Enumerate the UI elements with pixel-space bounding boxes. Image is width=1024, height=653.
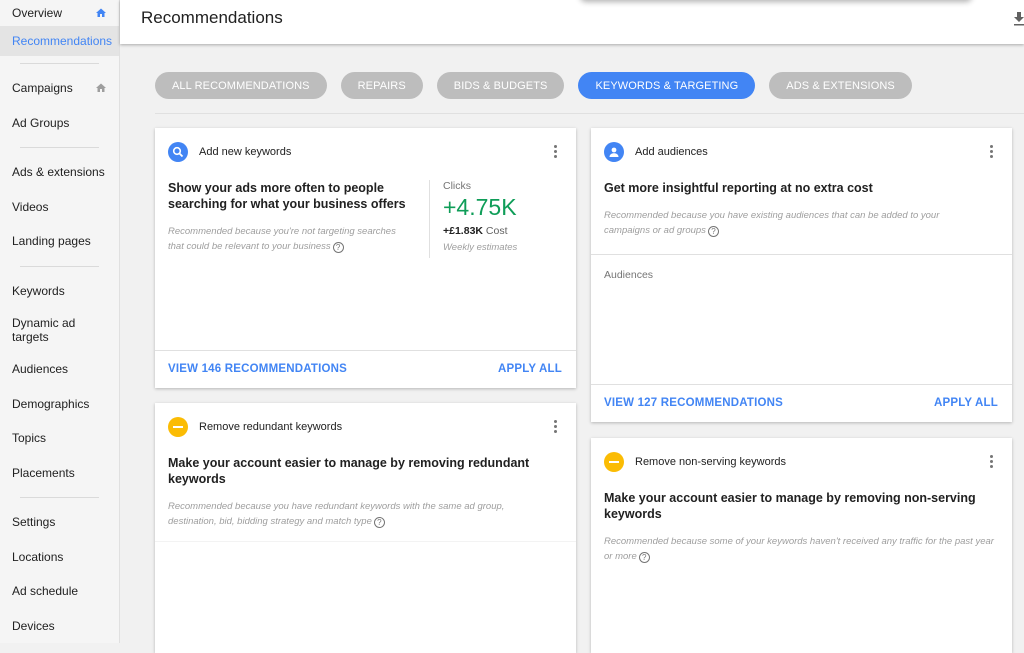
divider — [155, 113, 1024, 114]
sidebar-item-campaigns[interactable]: Campaigns — [0, 71, 119, 106]
sidebar-item-label: Topics — [12, 431, 47, 446]
sidebar: Overview Recommendations Campaigns Ad Gr… — [0, 0, 120, 643]
sidebar-item-label: Campaigns — [12, 81, 73, 96]
help-icon[interactable]: ? — [332, 242, 344, 253]
search-icon — [168, 142, 188, 162]
sidebar-item-landing-pages[interactable]: Landing pages — [0, 224, 119, 259]
more-options-icon[interactable] — [990, 455, 994, 469]
home-icon — [96, 83, 106, 93]
tab-keywords-targeting[interactable]: KEYWORDS & TARGETING — [578, 72, 756, 99]
nav-divider — [20, 265, 99, 267]
remove-icon — [168, 417, 188, 437]
sidebar-item-ad-schedule[interactable]: Ad schedule — [0, 574, 119, 609]
sidebar-item-label: Demographics — [12, 396, 90, 411]
card-add-audiences: Add audiences Get more insightful report… — [591, 128, 1012, 422]
sidebar-item-label: Ads & extensions — [12, 165, 105, 180]
home-icon — [96, 8, 106, 17]
more-options-icon[interactable] — [554, 420, 558, 434]
sidebar-item-label: Videos — [12, 199, 49, 214]
card-remove-redundant-keywords: Remove redundant keywords Make your acco… — [155, 403, 576, 653]
sidebar-item-recommendations[interactable]: Recommendations — [0, 26, 119, 56]
nav-divider — [20, 497, 99, 498]
sidebar-item-dynamic-ad-targets[interactable]: Dynamic ad targets — [0, 308, 119, 352]
card-type: Add audiences — [635, 146, 708, 158]
card-reason: Recommended because you have existing au… — [604, 210, 940, 237]
sidebar-item-label: Landing pages — [12, 234, 91, 249]
sidebar-item-label: Ad schedule — [12, 584, 79, 599]
divider — [591, 254, 1012, 255]
tab-bids-budgets[interactable]: BIDS & BUDGETS — [436, 72, 565, 99]
more-options-icon[interactable] — [990, 145, 994, 159]
card-add-new-keywords: Add new keywords Show your ads more ofte… — [155, 128, 576, 388]
sidebar-item-label: Overview — [12, 6, 63, 20]
card-type: Add new keywords — [199, 146, 292, 158]
sidebar-item-ads-extensions[interactable]: Ads & extensions — [0, 155, 119, 190]
sidebar-item-devices[interactable]: Devices — [0, 609, 119, 644]
sidebar-item-settings[interactable]: Settings — [0, 505, 119, 540]
nav-divider — [20, 147, 99, 148]
sidebar-item-overview[interactable]: Overview — [0, 0, 119, 26]
tab-ads-extensions[interactable]: ADS & EXTENSIONS — [769, 72, 912, 99]
sidebar-item-label: Dynamic ad targets — [12, 316, 76, 344]
sidebar-item-keywords[interactable]: Keywords — [0, 274, 119, 309]
card-reason: Recommended because some of your keyword… — [604, 536, 994, 563]
page-title: Recommendations — [141, 8, 283, 27]
stat-label: Clicks — [443, 180, 471, 192]
person-icon — [604, 142, 624, 162]
sidebar-item-label: Devices — [12, 618, 55, 633]
view-recommendations-link[interactable]: VIEW 127 RECOMMENDATIONS — [604, 397, 783, 409]
sidebar-item-demographics[interactable]: Demographics — [0, 387, 119, 422]
card-title: Get more insightful reporting at no extr… — [604, 181, 873, 195]
section-label: Audiences — [604, 269, 654, 281]
apply-all-button[interactable]: APPLY ALL — [498, 363, 562, 375]
nav-divider — [20, 63, 99, 64]
estimate-stats: Clicks +4.75K +£1.83K Cost Weekly estima… — [429, 180, 517, 258]
sidebar-item-label: Keywords — [12, 283, 65, 298]
card-footer: VIEW 146 RECOMMENDATIONS APPLY ALL — [155, 350, 576, 388]
sidebar-item-label: Recommendations — [12, 34, 113, 48]
sidebar-item-audiences[interactable]: Audiences — [0, 352, 119, 387]
sidebar-item-locations[interactable]: Locations — [0, 540, 119, 575]
tab-all-recommendations[interactable]: ALL RECOMMENDATIONS — [155, 72, 327, 99]
sidebar-item-ad-groups[interactable]: Ad Groups — [0, 106, 119, 141]
clicks-value: +4.75K — [443, 194, 517, 220]
help-icon[interactable]: ? — [373, 517, 385, 528]
sidebar-item-label: Audiences — [12, 362, 69, 377]
more-options-icon[interactable] — [554, 145, 558, 159]
remove-icon — [604, 452, 624, 472]
card-type: Remove redundant keywords — [199, 421, 343, 433]
apply-all-button[interactable]: APPLY ALL — [934, 397, 998, 409]
card-type: Remove non-serving keywords — [635, 456, 787, 468]
sidebar-item-label: Locations — [12, 549, 64, 564]
divider — [155, 541, 576, 542]
card-reason: Recommended because you're not targeting… — [168, 226, 396, 253]
card-remove-non-serving-keywords: Remove non-serving keywords Make your ac… — [591, 438, 1012, 653]
filter-tabs: ALL RECOMMENDATIONS REPAIRS BIDS & BUDGE… — [155, 72, 912, 99]
download-icon[interactable] — [1014, 10, 1024, 26]
help-icon[interactable]: ? — [707, 226, 719, 237]
card-title: Make your account easier to manage by re… — [604, 491, 976, 521]
card-title: Make your account easier to manage by re… — [168, 456, 530, 486]
sidebar-item-topics[interactable]: Topics — [0, 421, 119, 456]
cost-estimate: +£1.83K Cost — [443, 225, 508, 237]
page-header: Recommendations — [120, 0, 1024, 44]
sidebar-item-placements[interactable]: Placements — [0, 456, 119, 491]
card-footer: VIEW 127 RECOMMENDATIONS APPLY ALL — [591, 384, 1012, 422]
help-icon[interactable]: ? — [638, 552, 650, 563]
card-title: Show your ads more often to people searc… — [168, 181, 406, 211]
sidebar-item-videos[interactable]: Videos — [0, 190, 119, 225]
tab-repairs[interactable]: REPAIRS — [340, 72, 423, 99]
sidebar-item-label: Settings — [12, 515, 56, 530]
sidebar-item-label: Ad Groups — [12, 115, 70, 130]
sidebar-item-label: Placements — [12, 465, 75, 480]
view-recommendations-link[interactable]: VIEW 146 RECOMMENDATIONS — [168, 363, 347, 375]
estimate-note: Weekly estimates — [443, 242, 518, 253]
card-reason: Recommended because you have redundant k… — [168, 501, 505, 528]
